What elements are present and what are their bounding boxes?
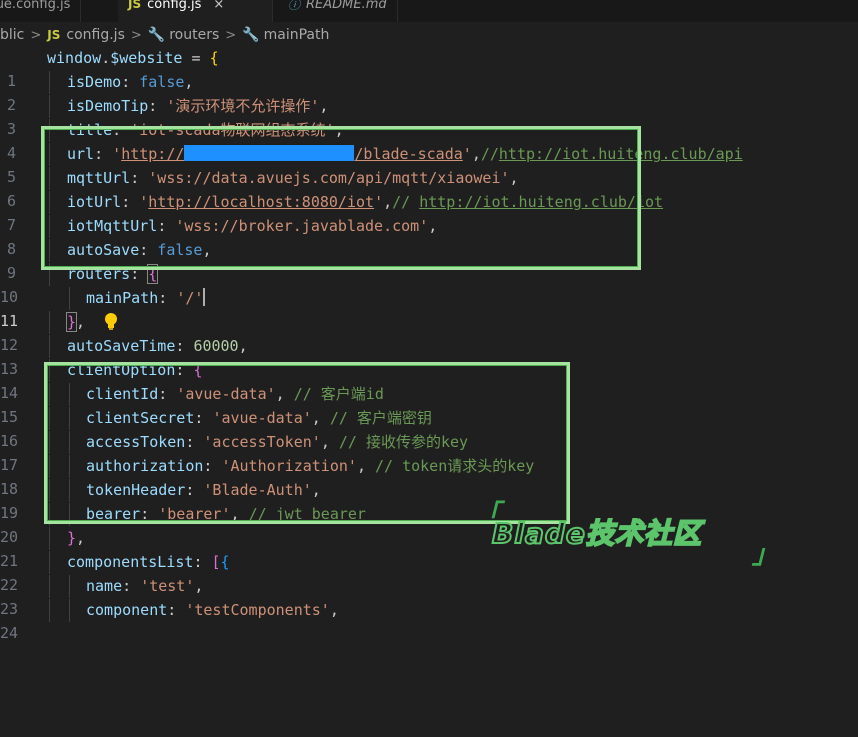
highlight-box-urls	[41, 126, 641, 270]
token-bracket: {	[220, 553, 230, 571]
indent-guide	[49, 71, 50, 94]
token-value: false	[139, 73, 185, 91]
line-content: mainPath: '/'	[86, 287, 206, 310]
info-icon: ⓘ	[288, 0, 301, 12]
token-bracket: }	[67, 529, 77, 547]
token-punct: ,	[76, 313, 86, 331]
indent-guide	[49, 311, 50, 334]
line-content: name: 'test',	[86, 575, 203, 598]
token-key: name	[86, 577, 123, 595]
token-value: 'testComponents'	[185, 601, 330, 619]
token-value: 'test'	[140, 577, 195, 595]
line-content: autoSaveTime: 60000,	[67, 335, 248, 358]
token-bracket: }	[65, 312, 78, 332]
tab-label: config.js	[147, 0, 202, 12]
chevron-right-icon: >	[225, 27, 237, 43]
token-value: 60000	[193, 337, 239, 355]
breadcrumb-item-config[interactable]: config.js	[66, 27, 124, 43]
chevron-right-icon: >	[30, 27, 42, 43]
indent-guide	[49, 335, 50, 358]
indent-guide	[49, 551, 50, 574]
code-line: 24 component: 'testComponents',	[0, 599, 858, 642]
close-icon[interactable]: ×	[213, 0, 224, 12]
token-punct: ,	[184, 73, 194, 91]
indent-guide	[69, 287, 70, 310]
token-bracket: {	[209, 49, 219, 67]
code-line: 1 window.$website = {	[0, 47, 858, 90]
code-line: 23 name: 'test',	[0, 575, 858, 618]
line-content: },	[65, 311, 86, 334]
tab-label: vue.config.js	[0, 0, 71, 12]
line-content: componentsList: [{	[67, 551, 230, 574]
token-key: componentsList	[67, 553, 194, 571]
breadcrumb-item-routers[interactable]: routers	[169, 27, 219, 43]
code-line: 22 componentsList: [{	[0, 551, 858, 594]
token-identifier: $website	[110, 49, 183, 67]
token-key: component	[86, 601, 168, 619]
tab-vue-config[interactable]: vue.config.js	[0, 0, 82, 22]
code-line: 13 autoSaveTime: 60000,	[0, 335, 858, 378]
line-content: component: 'testComponents',	[86, 599, 339, 622]
token-bracket: [	[211, 553, 221, 571]
breadcrumb: blic > JS config.js > 🔧 routers > 🔧 main…	[0, 22, 858, 48]
line-content: isDemo: false,	[67, 71, 193, 94]
indent-guide	[49, 599, 50, 622]
breadcrumb-item-mainpath[interactable]: mainPath	[264, 27, 330, 43]
editor-tab-bar: vue.config.js JS config.js × ⓘ README.md	[0, 0, 858, 22]
js-icon: JS	[47, 28, 61, 42]
code-line: 2 isDemo: false,	[0, 71, 858, 114]
token-punct: :	[167, 601, 186, 619]
tab-label: README.md	[306, 0, 387, 12]
tab-readme[interactable]: ⓘ README.md	[278, 0, 398, 22]
indent-guide	[49, 527, 50, 550]
code-line-current: 11 mainPath: '/'	[0, 287, 858, 330]
wrench-icon: 🔧	[242, 27, 260, 43]
token-punct: ,	[194, 577, 204, 595]
text-cursor	[203, 288, 206, 306]
js-icon: JS	[128, 0, 142, 11]
chevron-right-icon: >	[130, 27, 142, 43]
token-identifier: window	[47, 49, 102, 67]
line-content: },	[67, 527, 85, 550]
lightbulb-icon[interactable]	[49, 288, 118, 330]
token-punct: :	[175, 337, 194, 355]
indent-guide	[49, 95, 50, 118]
code-line: 12 },	[0, 311, 858, 354]
token-punct: :	[193, 553, 212, 571]
indent-guide	[69, 575, 70, 598]
token-punct: ,	[238, 337, 248, 355]
token-value: '演示环境不允许操作'	[166, 97, 320, 115]
watermark-text: Blade技术社区	[491, 516, 702, 551]
breadcrumb-item-public[interactable]: blic	[0, 27, 24, 43]
token-key: mainPath	[86, 289, 159, 307]
token-punct: :	[122, 577, 141, 595]
token-punct: :	[158, 289, 177, 307]
code-line: 3 isDemoTip: '演示环境不允许操作',	[0, 95, 858, 138]
tab-config-js[interactable]: JS config.js ×	[118, 0, 273, 22]
token-punct: ,	[76, 529, 86, 547]
token-punct: .	[101, 49, 111, 67]
token-key: autoSaveTime	[67, 337, 176, 355]
token-punct: :	[148, 97, 167, 115]
token-punct: :	[121, 73, 140, 91]
indent-guide	[49, 575, 50, 598]
token-punct: ,	[319, 97, 329, 115]
line-content: isDemoTip: '演示环境不允许操作',	[67, 95, 328, 118]
line-content: window.$website = {	[47, 47, 219, 70]
wrench-icon: 🔧	[147, 27, 166, 43]
indent-guide	[69, 599, 70, 622]
token-value: '/'	[176, 289, 204, 307]
code-line: 21 },	[0, 527, 858, 570]
token-key: isDemoTip	[67, 97, 149, 115]
watermark-close-bracket: 」	[752, 540, 779, 570]
token-punct: =	[182, 49, 210, 67]
line-number: 24	[0, 624, 19, 642]
token-key: isDemo	[67, 73, 122, 91]
token-punct: ,	[329, 601, 339, 619]
